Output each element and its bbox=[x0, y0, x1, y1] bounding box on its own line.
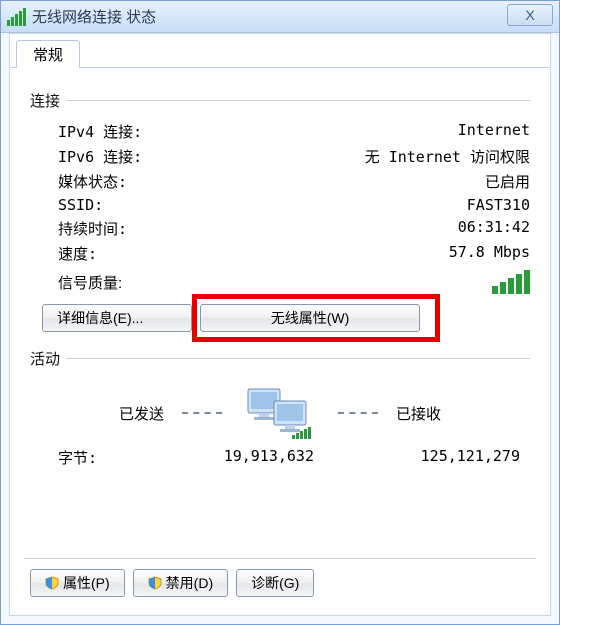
signal-strength-icon bbox=[492, 270, 530, 294]
bytes-sent-value: 19,913,632 bbox=[148, 447, 354, 468]
diagnose-button[interactable]: 诊断(G) bbox=[236, 569, 314, 597]
dashed-line-left bbox=[182, 412, 222, 414]
ssid-label: SSID: bbox=[58, 196, 103, 214]
signal-row: 信号质量: bbox=[30, 266, 530, 300]
bytes-row: 字节: 19,913,632 125,121,279 bbox=[30, 447, 530, 470]
disable-button-label: 禁用(D) bbox=[166, 573, 213, 593]
signal-label: 信号质量: bbox=[58, 272, 122, 293]
properties-button[interactable]: 属性(P) bbox=[30, 569, 125, 597]
media-value: 已启用 bbox=[485, 171, 530, 192]
tab-general-label: 常规 bbox=[33, 44, 63, 65]
activity-group: 活动 已发送 bbox=[30, 348, 530, 476]
duration-row: 持续时间: 06:31:42 bbox=[30, 216, 530, 241]
speed-value: 57.8 Mbps bbox=[449, 243, 530, 264]
wireless-properties-button[interactable]: 无线属性(W) bbox=[200, 304, 420, 332]
wireless-properties-label: 无线属性(W) bbox=[271, 308, 350, 328]
ipv4-row: IPv4 连接: Internet bbox=[30, 119, 530, 144]
duration-label: 持续时间: bbox=[58, 218, 127, 239]
ssid-row: SSID: FAST310 bbox=[30, 194, 530, 216]
properties-button-label: 属性(P) bbox=[63, 573, 110, 593]
details-button-label: 详细信息(E)... bbox=[57, 308, 143, 328]
media-row: 媒体状态: 已启用 bbox=[30, 169, 530, 194]
activity-legend: 活动 bbox=[30, 348, 66, 369]
wifi-signal-icon bbox=[7, 8, 26, 26]
ipv6-value: 无 Internet 访问权限 bbox=[365, 146, 530, 167]
bytes-label: 字节: bbox=[58, 447, 148, 468]
ipv6-row: IPv6 连接: 无 Internet 访问权限 bbox=[30, 144, 530, 169]
close-button[interactable]: X bbox=[507, 4, 553, 26]
bottom-button-row: 属性(P) 禁用(D) 诊断(G) bbox=[30, 569, 314, 597]
received-label: 已接收 bbox=[396, 403, 441, 424]
sent-label: 已发送 bbox=[119, 403, 164, 424]
tab-strip: 常规 bbox=[10, 34, 550, 66]
ipv4-value: Internet bbox=[458, 121, 530, 142]
bottom-separator bbox=[24, 558, 536, 559]
window-title: 无线网络连接 状态 bbox=[32, 6, 156, 27]
duration-value: 06:31:42 bbox=[458, 218, 530, 239]
window-body: 常规 连接 IPv4 连接: Internet IPv6 连接: 无 Inter… bbox=[9, 33, 551, 616]
network-monitors-icon bbox=[240, 383, 320, 443]
close-icon: X bbox=[525, 7, 534, 23]
dashed-line-right bbox=[338, 412, 378, 414]
diagnose-button-label: 诊断(G) bbox=[251, 573, 299, 593]
details-button[interactable]: 详细信息(E)... bbox=[42, 304, 192, 332]
shield-icon bbox=[45, 576, 59, 590]
connection-legend: 连接 bbox=[30, 90, 66, 111]
tab-general[interactable]: 常规 bbox=[16, 40, 80, 68]
connection-group: 连接 IPv4 连接: Internet IPv6 连接: 无 Internet… bbox=[30, 90, 530, 338]
wireless-status-window: 无线网络连接 状态 X 常规 连接 IPv4 连接: Internet IPv6… bbox=[0, 0, 560, 625]
shield-icon bbox=[148, 576, 162, 590]
speed-row: 速度: 57.8 Mbps bbox=[30, 241, 530, 266]
ipv4-label: IPv4 连接: bbox=[58, 121, 142, 142]
connection-buttons: 详细信息(E)... 无线属性(W) bbox=[30, 304, 530, 332]
bytes-received-value: 125,121,279 bbox=[354, 447, 520, 468]
ssid-value: FAST310 bbox=[467, 196, 530, 214]
ipv6-label: IPv6 连接: bbox=[58, 146, 142, 167]
activity-visual: 已发送 bbox=[30, 377, 530, 447]
tab-content: 连接 IPv4 连接: Internet IPv6 连接: 无 Internet… bbox=[10, 66, 550, 486]
tab-underline bbox=[10, 67, 550, 68]
speed-label: 速度: bbox=[58, 243, 97, 264]
media-label: 媒体状态: bbox=[58, 171, 127, 192]
titlebar: 无线网络连接 状态 X bbox=[1, 1, 559, 33]
disable-button[interactable]: 禁用(D) bbox=[133, 569, 228, 597]
